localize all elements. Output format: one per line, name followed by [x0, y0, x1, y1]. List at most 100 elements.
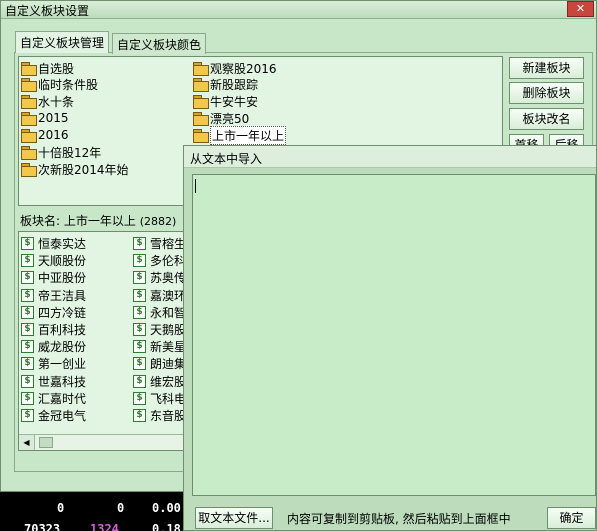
stock-icon: $	[133, 271, 146, 285]
folder-item[interactable]: 次新股2014年始	[21, 161, 129, 177]
stock-name: 永和智	[150, 305, 187, 320]
folder-icon	[21, 163, 37, 177]
folder-item[interactable]: 观察股2016	[193, 60, 277, 76]
stock-item[interactable]: $ 嘉澳环	[133, 287, 186, 304]
text-caret	[195, 179, 196, 193]
folder-item[interactable]: 漂亮50	[193, 110, 249, 126]
folder-item[interactable]: 新股跟踪	[193, 76, 258, 92]
stock-item[interactable]: $ 汇嘉时代	[21, 390, 86, 407]
stock-item[interactable]: $ 新美星	[133, 338, 186, 355]
folder-item[interactable]: 牛安牛安	[193, 93, 258, 109]
stock-icon: $	[21, 237, 34, 250]
stock-icon: $	[21, 288, 34, 302]
import-dialog-title: 从文本中导入	[190, 152, 263, 166]
stock-icon: $	[21, 254, 34, 268]
scrollbar-thumb[interactable]	[39, 437, 53, 448]
stock-icon: $	[133, 237, 146, 250]
stock-icon: $	[133, 323, 146, 336]
stock-name: 嘉澳环	[150, 288, 187, 303]
stock-item[interactable]: $ 飞科电	[133, 390, 186, 407]
stock-name: 多伦科	[150, 254, 187, 269]
folder-item[interactable]: 2015	[21, 110, 69, 126]
stock-item[interactable]: $ 第一创业	[21, 355, 86, 372]
stock-name: 中亚股份	[38, 271, 87, 286]
tab-block-management[interactable]: 自定义板块管理	[15, 31, 110, 53]
stock-name: 飞科电	[150, 391, 187, 406]
block-name-label: 板块名:	[20, 214, 61, 228]
ok-button[interactable]: 确定	[547, 507, 596, 529]
stock-name: 百利科技	[38, 323, 87, 337]
stock-item[interactable]: $ 威龙股份	[21, 338, 86, 355]
close-icon: ✕	[575, 2, 586, 15]
stock-name: 维宏股	[150, 374, 187, 389]
stock-item[interactable]: $ 百利科技	[21, 321, 86, 338]
background-quote-area: 0 0 0.00 70323 1324 0.18	[0, 492, 183, 531]
folder-icon	[21, 146, 37, 160]
block-name-value: 上市一年以上	[63, 214, 136, 228]
stock-item[interactable]: $ 金冠电气	[21, 407, 86, 424]
horizontal-scrollbar[interactable]: ◀	[19, 434, 189, 450]
folder-icon	[193, 129, 209, 143]
folder-icon	[21, 112, 37, 126]
stock-icon: $	[21, 374, 34, 388]
rename-block-button[interactable]: 板块改名	[509, 108, 584, 130]
stock-icon: $	[133, 357, 146, 371]
stock-item[interactable]: $ 维宏股	[133, 373, 186, 390]
stock-item[interactable]: $ 多伦科	[133, 252, 186, 269]
scroll-left-arrow-icon[interactable]: ◀	[19, 435, 35, 450]
delete-block-button[interactable]: 删除板块	[509, 82, 584, 104]
dialog-title: 自定义板块设置	[5, 4, 90, 18]
stock-item[interactable]: $ 东音股	[133, 407, 186, 424]
block-name-row: 板块名: 上市一年以上 (2882)	[20, 212, 176, 229]
stock-item[interactable]: $ 雪榕生	[133, 235, 186, 252]
folder-item[interactable]: 临时条件股	[21, 76, 98, 92]
stock-icon: $	[133, 254, 146, 268]
stock-item[interactable]: $ 天鹅股	[133, 321, 186, 338]
bg-value: 0	[117, 501, 125, 515]
stock-name: 朗迪集	[150, 357, 187, 372]
stock-item[interactable]: $ 永和智	[133, 304, 186, 321]
folder-icon	[193, 112, 209, 126]
folder-item[interactable]: 水十条	[21, 93, 74, 109]
stock-name: 苏奥传	[150, 271, 187, 286]
stock-item[interactable]: $ 天顺股份	[21, 252, 86, 269]
folder-icon	[193, 62, 209, 76]
folder-item-selected[interactable]: 上市一年以上	[193, 125, 287, 145]
stock-name: 汇嘉时代	[38, 391, 87, 406]
import-text-area[interactable]	[192, 174, 596, 496]
dialog-titlebar[interactable]: 自定义板块设置 ✕	[1, 1, 596, 19]
folder-item[interactable]: 十倍股12年	[21, 144, 101, 160]
stock-name: 世嘉科技	[38, 374, 87, 389]
stock-item[interactable]: $ 帝王洁具	[21, 287, 86, 304]
import-from-text-dialog: 从文本中导入 取文本文件... 内容可复制到剪贴板, 然后粘贴到上面框中 确定	[183, 145, 597, 531]
stock-item[interactable]: $ 世嘉科技	[21, 373, 86, 390]
bg-value: 70323	[24, 522, 61, 531]
stock-icon: $	[21, 271, 34, 285]
close-button[interactable]: ✕	[567, 1, 594, 17]
stock-icon: $	[21, 340, 34, 354]
stock-item[interactable]: $ 朗迪集	[133, 355, 186, 372]
stock-icon: $	[21, 409, 34, 422]
new-block-button[interactable]: 新建板块	[509, 57, 584, 79]
stock-name: 恒泰实达	[38, 237, 87, 251]
stock-icon: $	[21, 357, 34, 371]
stock-item[interactable]: $ 恒泰实达	[21, 235, 86, 252]
import-dialog-titlebar[interactable]: 从文本中导入	[184, 146, 596, 168]
folder-icon	[21, 95, 37, 109]
stock-name: 帝王洁具	[38, 288, 87, 303]
folder-item[interactable]: 自选股	[21, 60, 74, 76]
stock-name: 雪榕生	[150, 237, 187, 251]
load-text-file-button[interactable]: 取文本文件...	[195, 507, 273, 529]
stock-item[interactable]: $ 苏奥传	[133, 269, 186, 286]
folder-icon	[21, 78, 37, 92]
folder-icon	[21, 62, 37, 76]
block-stock-list[interactable]: $ 恒泰实达 $ 天顺股份 $ 中亚股份 $ 帝王洁具 $ 四方冷链 $ 百利科技 $ 威龙股份 $ 第一创业…	[18, 231, 190, 451]
stock-icon: $	[21, 391, 34, 405]
stock-name: 金冠电气	[38, 409, 87, 423]
stock-item[interactable]: $ 中亚股份	[21, 269, 86, 286]
stock-item[interactable]: $ 四方冷链	[21, 304, 86, 321]
stock-icon: $	[133, 288, 146, 302]
folder-icon	[193, 78, 209, 92]
folder-item[interactable]: 2016	[21, 127, 69, 143]
tab-block-color[interactable]: 自定义板块颜色	[112, 33, 207, 54]
